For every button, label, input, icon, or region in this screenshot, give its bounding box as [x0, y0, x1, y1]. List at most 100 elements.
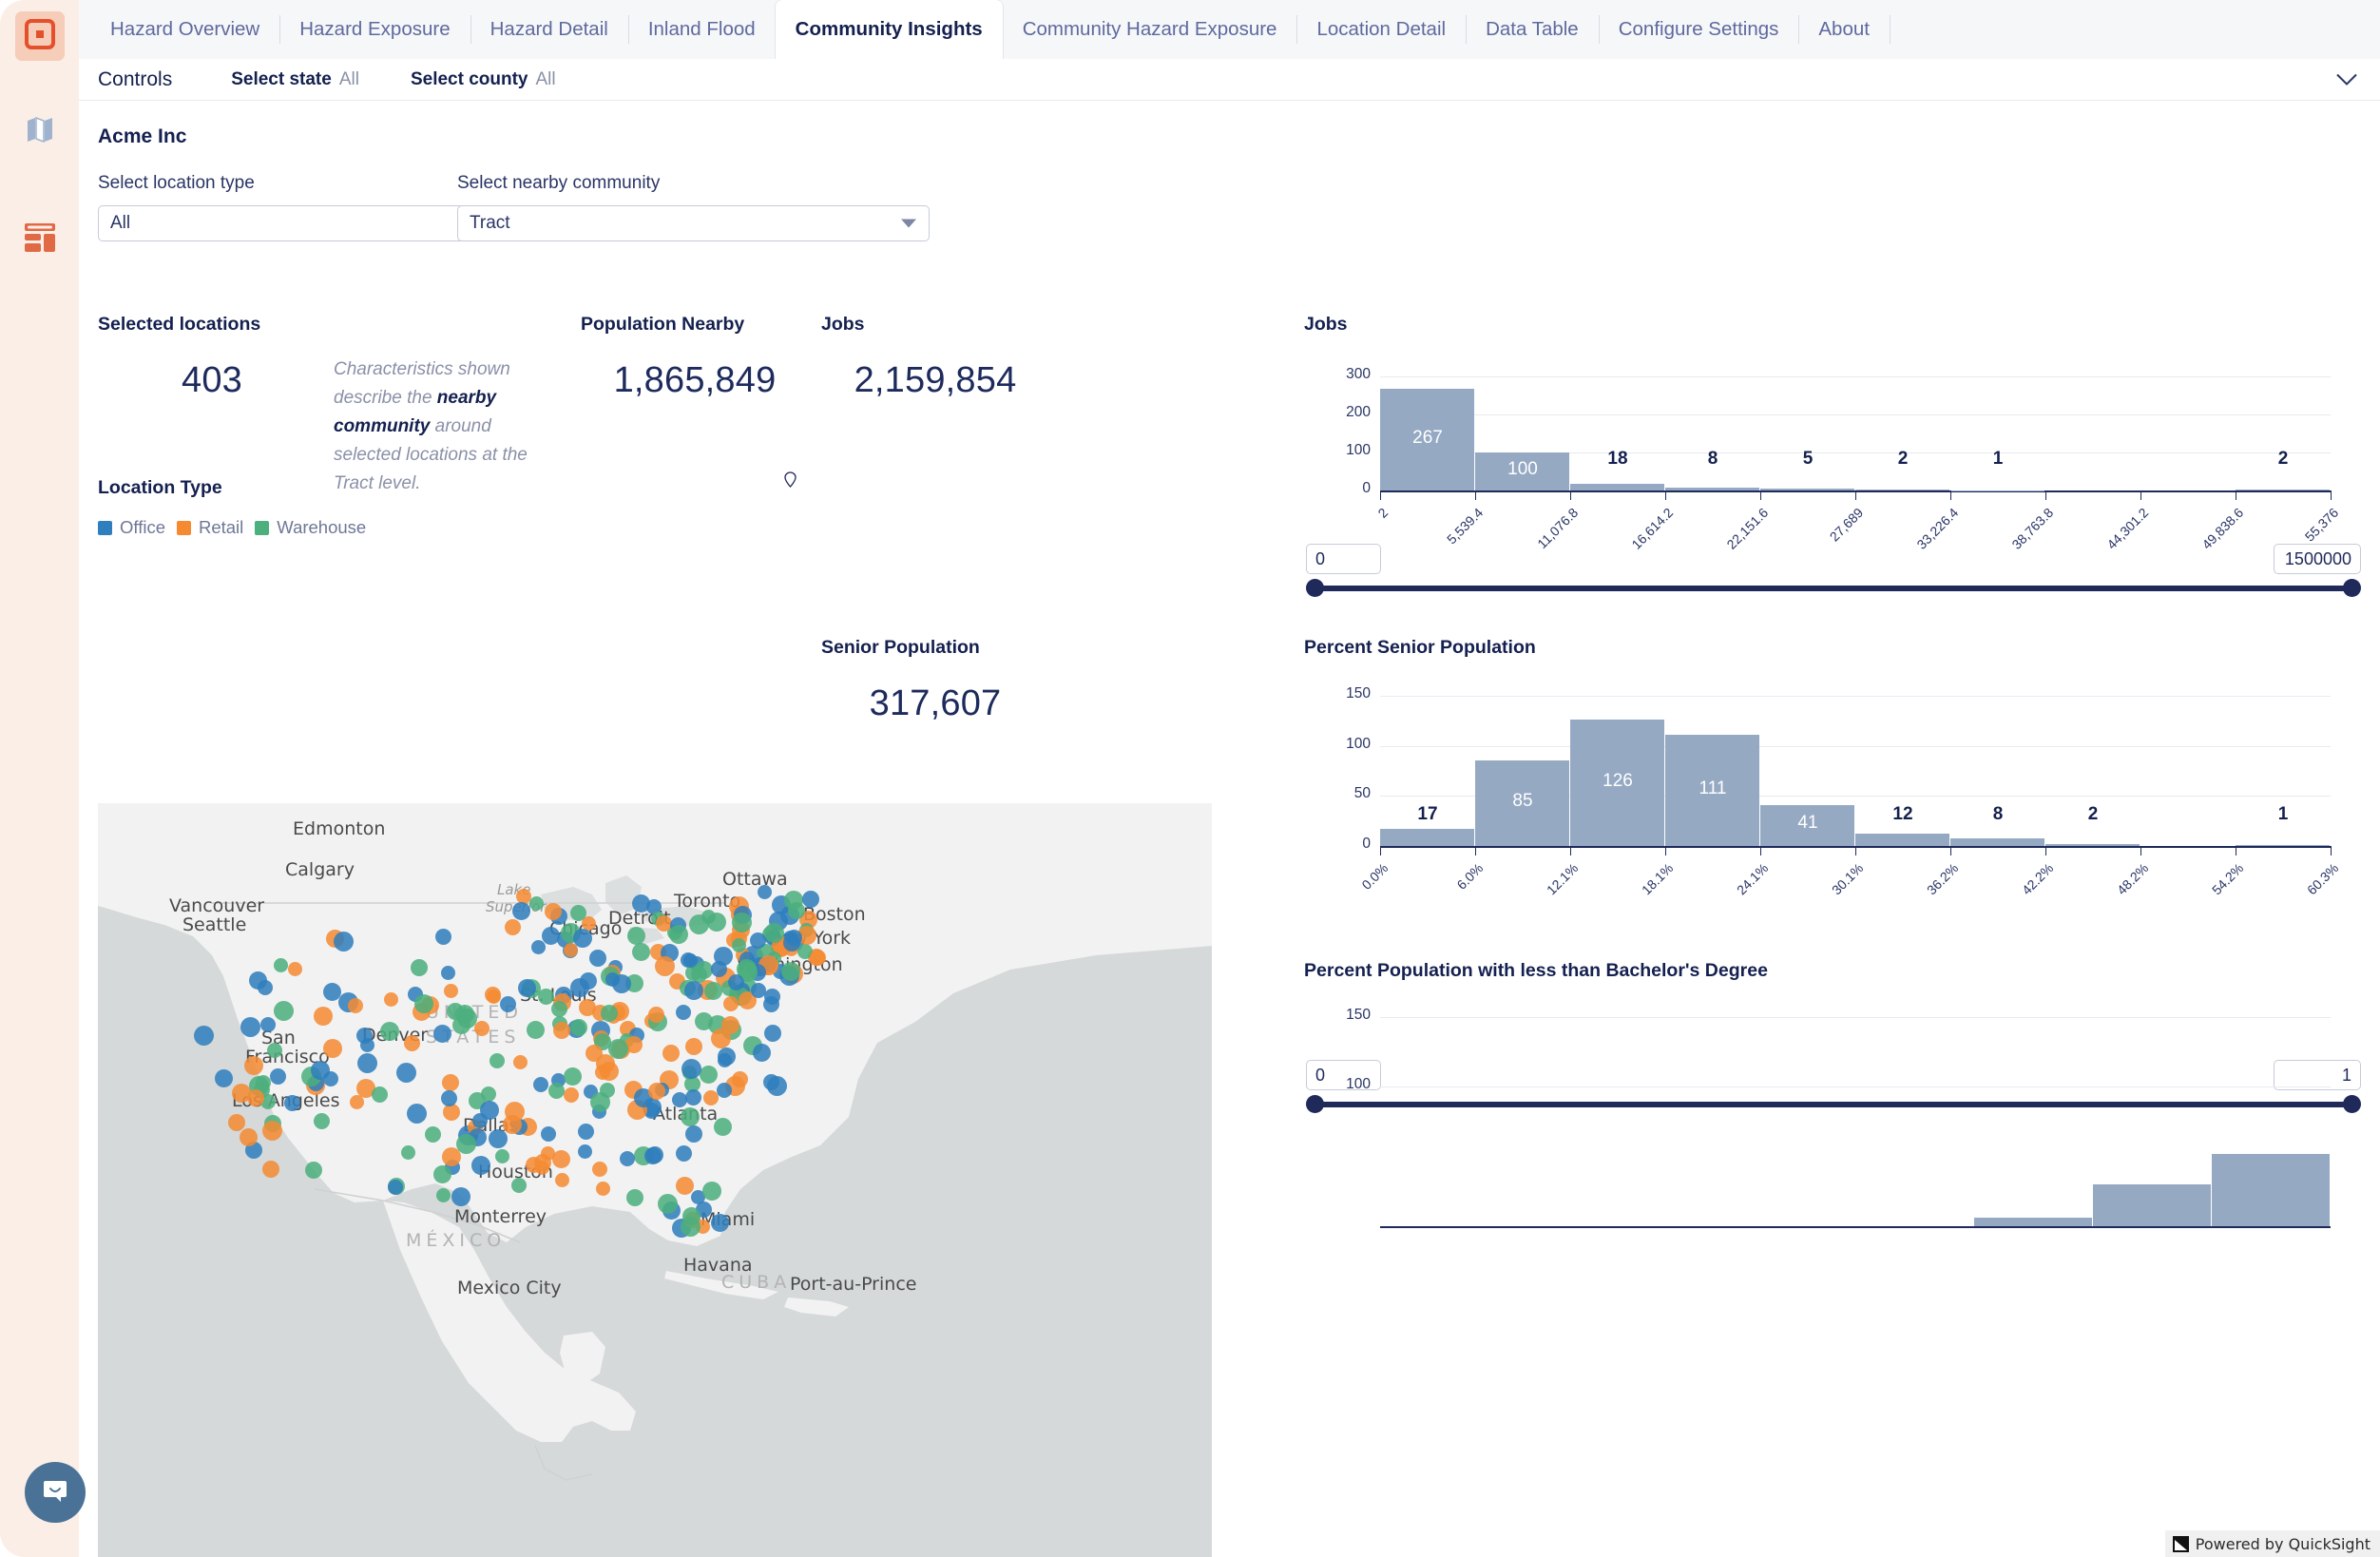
map-location-dot[interactable] — [255, 1074, 271, 1090]
map-location-dot[interactable] — [578, 998, 596, 1016]
map-location-dot[interactable] — [528, 896, 544, 911]
map-location-dot[interactable] — [441, 1146, 461, 1166]
map-location-dot[interactable] — [505, 918, 522, 935]
map-location-dot[interactable] — [322, 982, 341, 1001]
map-location-dot[interactable] — [728, 973, 745, 990]
chart-bar[interactable] — [1760, 489, 1854, 490]
tab-hazard-exposure[interactable]: Hazard Exposure — [279, 0, 470, 59]
percent-senior-population-histogram[interactable]: Percent Senior Population 0 50 100 150 17 85 1… — [1304, 637, 2369, 960]
map-location-dot[interactable] — [395, 1062, 416, 1083]
chart-bar[interactable] — [2045, 843, 2140, 846]
map-location-dot[interactable] — [372, 1086, 389, 1103]
map-location-dot[interactable] — [554, 1172, 569, 1187]
jobs-slider-max-handle[interactable] — [2343, 579, 2361, 597]
legend-item-office[interactable]: Office — [98, 517, 165, 538]
map-location-dot[interactable] — [626, 926, 645, 945]
map-location-dot[interactable] — [231, 1083, 251, 1103]
map-location-dot[interactable] — [287, 962, 302, 977]
map-location-dot[interactable] — [283, 1094, 300, 1111]
map-location-dot[interactable] — [563, 1067, 582, 1086]
map-location-dot[interactable] — [488, 1128, 508, 1148]
map-location-dot[interactable] — [716, 1082, 732, 1098]
tab-inland-flood[interactable]: Inland Flood — [627, 0, 776, 59]
map-location-dot[interactable] — [631, 942, 650, 961]
map-location-dot[interactable] — [443, 983, 458, 998]
map-location-dot[interactable] — [752, 1044, 771, 1063]
map-location-dot[interactable] — [433, 1024, 451, 1043]
map-location-dot[interactable] — [684, 1037, 702, 1055]
chart-bar[interactable] — [1974, 1218, 2092, 1226]
map-location-dot[interactable] — [600, 1005, 618, 1023]
map-location-dot[interactable] — [517, 978, 536, 997]
map-location-dot[interactable] — [435, 928, 452, 945]
tab-hazard-detail[interactable]: Hazard Detail — [470, 0, 628, 59]
rail-item-dashboard[interactable] — [15, 215, 65, 264]
locations-map[interactable]: Lake Superior EdmontonCalgaryVancouverSe… — [98, 803, 1212, 1557]
map-location-dot[interactable] — [480, 1086, 496, 1103]
map-location-dot[interactable] — [451, 1186, 470, 1206]
rail-item-app[interactable] — [15, 11, 65, 61]
map-location-dot[interactable] — [544, 902, 562, 920]
map-location-dot[interactable] — [563, 1087, 579, 1104]
jobs-slider-min-handle[interactable] — [1306, 579, 1324, 597]
rail-item-map[interactable] — [15, 106, 65, 156]
map-location-dot[interactable] — [266, 1042, 282, 1058]
legend-item-retail[interactable]: Retail — [176, 517, 243, 538]
map-location-dot[interactable] — [572, 929, 592, 949]
map-location-dot[interactable] — [537, 988, 554, 1005]
chart-bar[interactable] — [2236, 844, 2330, 846]
map-location-dot[interactable] — [442, 1104, 460, 1122]
tab-about[interactable]: About — [1798, 0, 1890, 59]
select-county-control[interactable]: Select county All — [411, 69, 556, 90]
map-location-dot[interactable] — [682, 952, 698, 968]
map-location-dot[interactable] — [647, 1083, 665, 1101]
tab-hazard-overview[interactable]: Hazard Overview — [90, 0, 279, 59]
map-location-dot[interactable] — [684, 1089, 701, 1106]
map-location-dot[interactable] — [681, 1207, 701, 1226]
map-location-dot[interactable] — [240, 1017, 260, 1038]
map-location-dot[interactable] — [657, 1193, 678, 1214]
map-location-dot[interactable] — [596, 1181, 611, 1196]
map-location-dot[interactable] — [683, 981, 703, 1001]
jobs-slider-track[interactable] — [1312, 586, 2355, 591]
map-location-dot[interactable] — [305, 1161, 323, 1179]
map-location-dot[interactable] — [257, 980, 273, 996]
tab-community-insights[interactable]: Community Insights — [775, 0, 1003, 59]
jobs-range-slider[interactable]: 0 1500000 — [1306, 544, 2361, 601]
map-location-dot[interactable] — [714, 1117, 733, 1136]
map-location-dot[interactable] — [763, 923, 784, 944]
chevron-down-icon[interactable] — [2336, 73, 2357, 86]
map-location-dot[interactable] — [675, 1176, 694, 1195]
chart-bar[interactable] — [1950, 837, 2044, 846]
map-location-dot[interactable] — [495, 1148, 510, 1163]
map-location-dot[interactable] — [548, 1082, 566, 1099]
map-location-dot[interactable] — [662, 1044, 680, 1062]
map-location-dot[interactable] — [411, 958, 429, 976]
chart-bar[interactable] — [1665, 487, 1759, 490]
map-location-dot[interactable] — [787, 901, 805, 919]
select-state-control[interactable]: Select state All — [231, 69, 359, 90]
chart-bar[interactable] — [1855, 834, 1949, 846]
tab-community-hazard-exposure[interactable]: Community Hazard Exposure — [1003, 0, 1297, 59]
map-location-dot[interactable] — [193, 1026, 214, 1047]
tab-data-table[interactable]: Data Table — [1466, 0, 1599, 59]
map-location-dot[interactable] — [401, 1144, 416, 1160]
map-location-dot[interactable] — [552, 1021, 570, 1039]
map-location-dot[interactable] — [810, 949, 827, 966]
map-location-dot[interactable] — [532, 1076, 548, 1092]
map-location-dot[interactable] — [313, 1113, 330, 1130]
map-location-dot[interactable] — [333, 931, 354, 952]
map-location-dot[interactable] — [534, 1160, 549, 1175]
chat-launcher-button[interactable] — [25, 1462, 86, 1523]
map-location-dot[interactable] — [695, 1011, 714, 1030]
chart-bar[interactable] — [1380, 829, 1474, 846]
chart-bar[interactable] — [2093, 1184, 2211, 1226]
jobs-range-min-input[interactable]: 0 — [1306, 544, 1381, 574]
map-location-dot[interactable] — [441, 1090, 458, 1107]
map-location-dot[interactable] — [585, 1044, 603, 1062]
map-location-dot[interactable] — [440, 966, 455, 981]
map-location-dot[interactable] — [347, 998, 363, 1014]
map-location-dot[interactable] — [484, 987, 501, 1004]
legend-item-warehouse[interactable]: Warehouse — [255, 517, 366, 538]
map-location-dot[interactable] — [310, 1061, 330, 1081]
